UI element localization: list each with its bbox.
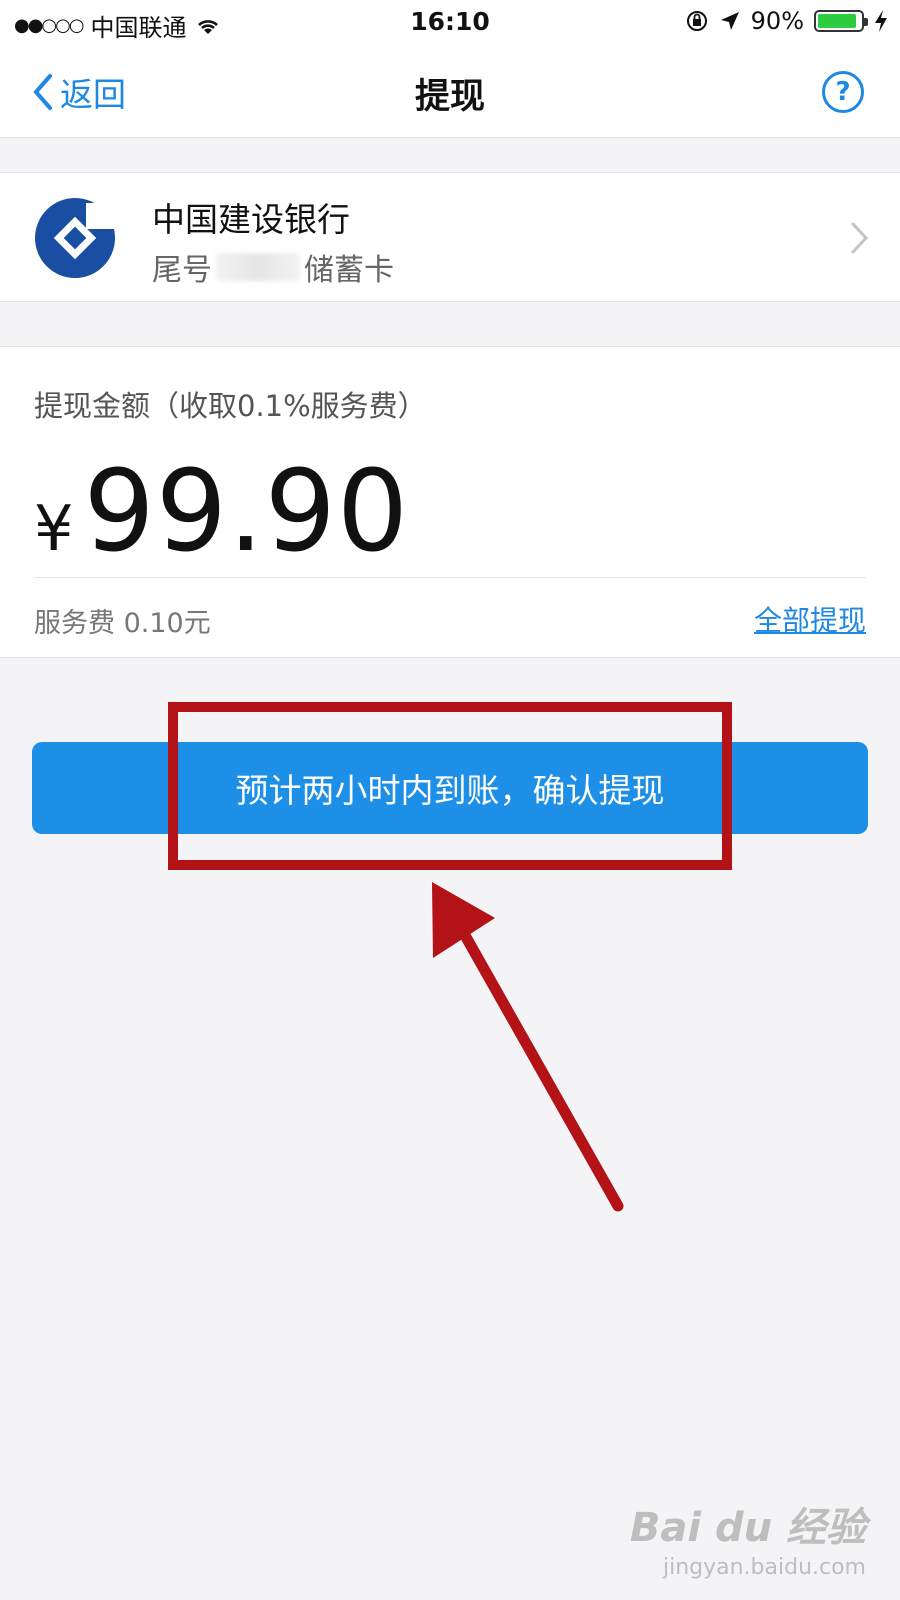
watermark-url: jingyan.baidu.com — [662, 1555, 866, 1580]
watermark-logo-text: Bai du 经验 — [629, 1505, 866, 1551]
battery-icon — [814, 10, 868, 32]
card-number-prefix: 尾号 — [152, 253, 212, 288]
amount-label: 提现金额（收取0.1%服务费） — [34, 389, 427, 423]
ccb-logo-icon — [35, 198, 116, 278]
bank-name: 中国建设银行 — [152, 200, 350, 239]
withdraw-screen: ●●○○○ 中国联通 16:10 90% 返回 提现 ? 中国建设银行 尾号 储… — [0, 0, 900, 1600]
page-title: 提现 — [414, 77, 485, 117]
amount-input[interactable]: ¥ 99.90 — [34, 447, 409, 577]
help-button[interactable]: ? — [822, 71, 864, 113]
location-arrow-icon — [720, 12, 739, 30]
battery-percent: 90% — [750, 7, 804, 35]
charging-bolt-icon — [875, 10, 887, 32]
withdraw-all-link[interactable]: 全部提现 — [754, 599, 866, 639]
rotation-lock-icon — [686, 11, 707, 31]
divider — [34, 577, 866, 578]
amount-section: 提现金额（收取0.1%服务费） ¥ 99.90 服务费 0.10元 全部提现 — [0, 346, 900, 658]
chevron-right-icon — [851, 222, 869, 254]
baidu-jingyan-watermark: Bai du 经验 jingyan.baidu.com — [630, 1495, 866, 1580]
confirm-withdraw-button[interactable]: 预计两小时内到账，确认提现 — [32, 742, 868, 834]
battery-level — [818, 14, 856, 28]
currency-symbol: ¥ — [34, 492, 74, 565]
status-bar: ●●○○○ 中国联通 16:10 90% — [0, 0, 900, 46]
card-type: 储蓄卡 — [304, 253, 394, 288]
masked-card-number — [216, 253, 300, 281]
nav-bar: 返回 提现 ? — [0, 46, 900, 138]
amount-value: 99.90 — [83, 447, 410, 577]
card-info: 尾号 储蓄卡 — [152, 245, 394, 289]
status-right: 90% — [685, 7, 888, 35]
bank-card-row[interactable]: 中国建设银行 尾号 储蓄卡 — [0, 172, 900, 302]
service-fee-text: 服务费 0.10元 — [34, 608, 211, 639]
